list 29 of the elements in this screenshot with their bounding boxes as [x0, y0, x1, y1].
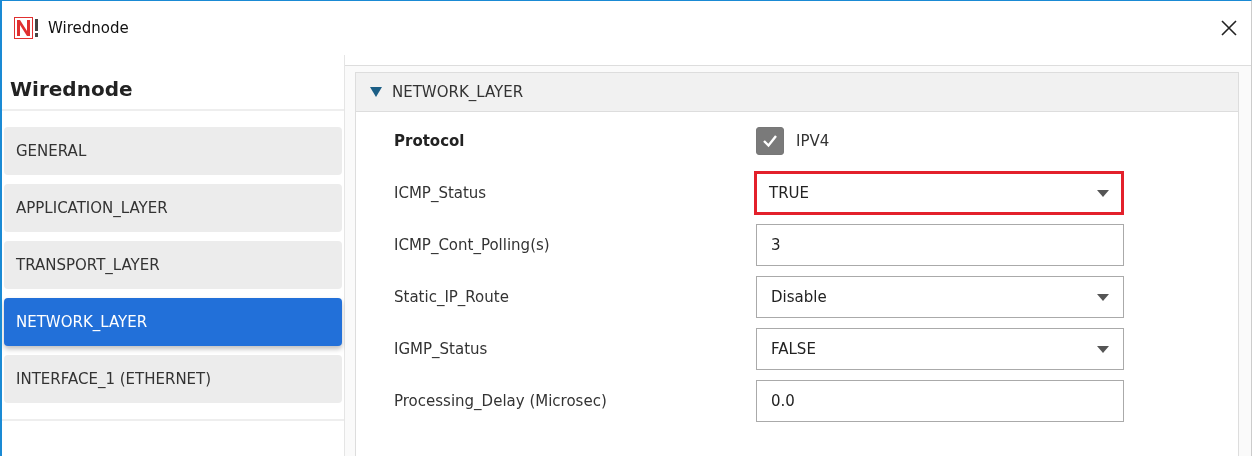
section-header[interactable]: NETWORK_LAYER	[356, 73, 1238, 112]
sidebar-item[interactable]: NETWORK_LAYER	[4, 298, 342, 346]
field-label: IGMP_Status	[394, 340, 489, 358]
field-label: ICMP_Status	[394, 184, 488, 202]
dropdown-caret-icon[interactable]	[1097, 293, 1109, 301]
window-title: Wirednode	[48, 19, 129, 37]
checkbox[interactable]	[756, 127, 784, 155]
input-field[interactable]: 3	[756, 224, 1124, 266]
field-label: Protocol	[394, 132, 466, 150]
sidebar-item[interactable]: TRANSPORT_LAYER	[4, 241, 342, 289]
dropdown-caret-icon[interactable]	[1097, 189, 1109, 197]
field-label: Static_IP_Route	[394, 288, 510, 306]
expand-triangle-icon[interactable]	[370, 87, 382, 97]
app-logo-icon	[14, 17, 40, 39]
checkbox-label: IPV4	[796, 132, 830, 150]
field-label: Processing_Delay (Microsec)	[394, 392, 608, 410]
dropdown-caret-icon[interactable]	[1097, 345, 1109, 353]
input-field[interactable]: 0.0	[756, 380, 1124, 422]
sidebar-item[interactable]: APPLICATION_LAYER	[4, 184, 342, 232]
sidebar-item[interactable]: GENERAL	[4, 127, 342, 175]
dropdown[interactable]: Disable	[756, 276, 1124, 318]
sidebar-title: Wirednode	[2, 77, 344, 111]
dropdown[interactable]: TRUE	[754, 171, 1124, 215]
field-label: ICMP_Cont_Polling(s)	[394, 236, 551, 254]
sidebar-item[interactable]: INTERFACE_1 (ETHERNET)	[4, 355, 342, 403]
checkmark-icon	[762, 133, 778, 149]
close-icon[interactable]	[1221, 20, 1237, 36]
section-title: NETWORK_LAYER	[392, 83, 524, 101]
dropdown[interactable]: FALSE	[756, 328, 1124, 370]
